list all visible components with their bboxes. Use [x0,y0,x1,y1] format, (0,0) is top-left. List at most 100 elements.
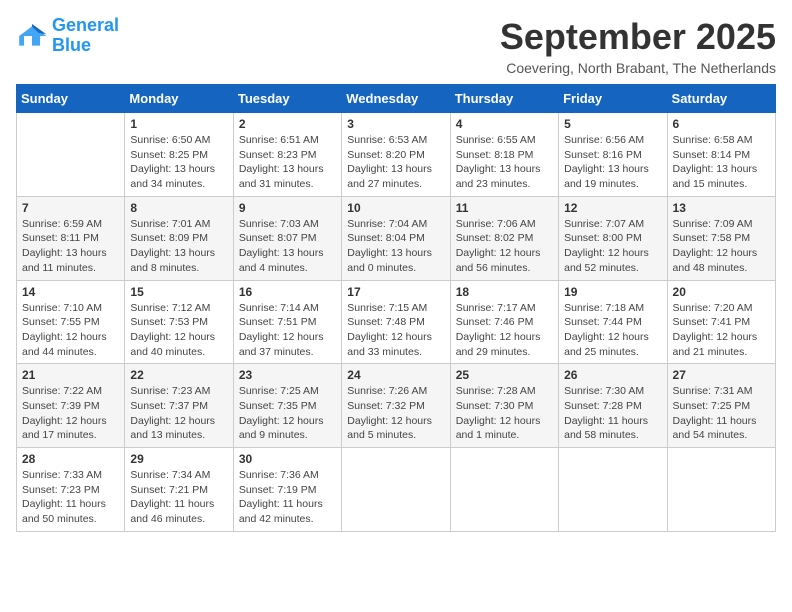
day-info: Sunrise: 6:59 AM Sunset: 8:11 PM Dayligh… [22,217,119,276]
title-block: September 2025 Coevering, North Brabant,… [500,16,776,76]
page-header: General Blue September 2025 Coevering, N… [16,16,776,76]
weekday-header: Friday [559,85,667,113]
day-number: 17 [347,285,444,299]
calendar-cell: 8 Sunrise: 7:01 AM Sunset: 8:09 PM Daylig… [125,196,233,280]
calendar-cell: 16 Sunrise: 7:14 AM Sunset: 7:51 PM Dayli… [233,280,341,364]
calendar-cell: 1 Sunrise: 6:50 AM Sunset: 8:25 PM Daylig… [125,113,233,197]
day-number: 27 [673,368,770,382]
day-number: 5 [564,117,661,131]
calendar-cell: 5 Sunrise: 6:56 AM Sunset: 8:16 PM Daylig… [559,113,667,197]
day-number: 28 [22,452,119,466]
calendar-cell: 23 Sunrise: 7:25 AM Sunset: 7:35 PM Dayli… [233,364,341,448]
day-number: 2 [239,117,336,131]
calendar-cell [17,113,125,197]
day-number: 19 [564,285,661,299]
weekday-header: Saturday [667,85,775,113]
day-info: Sunrise: 7:31 AM Sunset: 7:25 PM Dayligh… [673,384,770,443]
day-info: Sunrise: 7:33 AM Sunset: 7:23 PM Dayligh… [22,468,119,527]
calendar-cell: 13 Sunrise: 7:09 AM Sunset: 7:58 PM Dayli… [667,196,775,280]
day-info: Sunrise: 7:14 AM Sunset: 7:51 PM Dayligh… [239,301,336,360]
calendar-cell: 15 Sunrise: 7:12 AM Sunset: 7:53 PM Dayli… [125,280,233,364]
day-number: 10 [347,201,444,215]
calendar-table: SundayMondayTuesdayWednesdayThursdayFrid… [16,84,776,532]
calendar-cell: 21Sunrise: 7:22 AM Sunset: 7:39 PM Dayli… [17,364,125,448]
calendar-cell: 4 Sunrise: 6:55 AM Sunset: 8:18 PM Daylig… [450,113,558,197]
day-info: Sunrise: 6:58 AM Sunset: 8:14 PM Dayligh… [673,133,770,192]
calendar-cell: 17 Sunrise: 7:15 AM Sunset: 7:48 PM Dayli… [342,280,450,364]
day-number: 26 [564,368,661,382]
calendar-cell: 3 Sunrise: 6:53 AM Sunset: 8:20 PM Daylig… [342,113,450,197]
day-info: Sunrise: 7:36 AM Sunset: 7:19 PM Dayligh… [239,468,336,527]
day-number: 9 [239,201,336,215]
day-number: 4 [456,117,553,131]
day-number: 3 [347,117,444,131]
day-number: 13 [673,201,770,215]
calendar-cell: 19Sunrise: 7:18 AM Sunset: 7:44 PM Dayli… [559,280,667,364]
calendar-cell: 6 Sunrise: 6:58 AM Sunset: 8:14 PM Daylig… [667,113,775,197]
calendar-cell: 2Sunrise: 6:51 AM Sunset: 8:23 PM Daylig… [233,113,341,197]
day-number: 30 [239,452,336,466]
day-info: Sunrise: 7:34 AM Sunset: 7:21 PM Dayligh… [130,468,227,527]
day-number: 15 [130,285,227,299]
weekday-header: Tuesday [233,85,341,113]
calendar-week-row: 7 Sunrise: 6:59 AM Sunset: 8:11 PM Daylig… [17,196,776,280]
day-number: 16 [239,285,336,299]
day-number: 6 [673,117,770,131]
calendar-cell: 9 Sunrise: 7:03 AM Sunset: 8:07 PM Daylig… [233,196,341,280]
calendar-cell: 27 Sunrise: 7:31 AM Sunset: 7:25 PM Dayli… [667,364,775,448]
day-number: 11 [456,201,553,215]
day-info: Sunrise: 6:53 AM Sunset: 8:20 PM Dayligh… [347,133,444,192]
day-info: Sunrise: 7:25 AM Sunset: 7:35 PM Dayligh… [239,384,336,443]
day-number: 24 [347,368,444,382]
day-info: Sunrise: 7:03 AM Sunset: 8:07 PM Dayligh… [239,217,336,276]
calendar-cell: 10 Sunrise: 7:04 AM Sunset: 8:04 PM Dayli… [342,196,450,280]
calendar-cell: 25 Sunrise: 7:28 AM Sunset: 7:30 PM Dayli… [450,364,558,448]
logo-icon [16,20,48,52]
day-info: Sunrise: 7:17 AM Sunset: 7:46 PM Dayligh… [456,301,553,360]
calendar-cell: 12 Sunrise: 7:07 AM Sunset: 8:00 PM Dayli… [559,196,667,280]
day-number: 25 [456,368,553,382]
calendar-week-row: 21Sunrise: 7:22 AM Sunset: 7:39 PM Dayli… [17,364,776,448]
day-number: 22 [130,368,227,382]
day-number: 7 [22,201,119,215]
day-info: Sunrise: 7:20 AM Sunset: 7:41 PM Dayligh… [673,301,770,360]
calendar-cell [342,448,450,532]
calendar-cell: 11Sunrise: 7:06 AM Sunset: 8:02 PM Dayli… [450,196,558,280]
logo: General Blue [16,16,119,56]
day-info: Sunrise: 7:22 AM Sunset: 7:39 PM Dayligh… [22,384,119,443]
day-number: 23 [239,368,336,382]
day-info: Sunrise: 7:10 AM Sunset: 7:55 PM Dayligh… [22,301,119,360]
day-info: Sunrise: 7:09 AM Sunset: 7:58 PM Dayligh… [673,217,770,276]
calendar-cell [667,448,775,532]
day-number: 20 [673,285,770,299]
calendar-week-row: 1 Sunrise: 6:50 AM Sunset: 8:25 PM Daylig… [17,113,776,197]
calendar-cell: 30 Sunrise: 7:36 AM Sunset: 7:19 PM Dayli… [233,448,341,532]
calendar-cell: 29 Sunrise: 7:34 AM Sunset: 7:21 PM Dayli… [125,448,233,532]
day-info: Sunrise: 7:15 AM Sunset: 7:48 PM Dayligh… [347,301,444,360]
calendar-cell: 18 Sunrise: 7:17 AM Sunset: 7:46 PM Dayli… [450,280,558,364]
day-info: Sunrise: 6:55 AM Sunset: 8:18 PM Dayligh… [456,133,553,192]
day-number: 29 [130,452,227,466]
day-info: Sunrise: 7:12 AM Sunset: 7:53 PM Dayligh… [130,301,227,360]
calendar-cell [450,448,558,532]
day-info: Sunrise: 6:50 AM Sunset: 8:25 PM Dayligh… [130,133,227,192]
calendar-cell: 22Sunrise: 7:23 AM Sunset: 7:37 PM Dayli… [125,364,233,448]
day-info: Sunrise: 7:30 AM Sunset: 7:28 PM Dayligh… [564,384,661,443]
day-info: Sunrise: 7:01 AM Sunset: 8:09 PM Dayligh… [130,217,227,276]
calendar-cell: 14 Sunrise: 7:10 AM Sunset: 7:55 PM Dayli… [17,280,125,364]
day-info: Sunrise: 7:04 AM Sunset: 8:04 PM Dayligh… [347,217,444,276]
weekday-header: Thursday [450,85,558,113]
day-number: 14 [22,285,119,299]
day-number: 8 [130,201,227,215]
day-info: Sunrise: 7:26 AM Sunset: 7:32 PM Dayligh… [347,384,444,443]
logo-text: General Blue [52,16,119,56]
day-info: Sunrise: 7:28 AM Sunset: 7:30 PM Dayligh… [456,384,553,443]
day-info: Sunrise: 6:56 AM Sunset: 8:16 PM Dayligh… [564,133,661,192]
calendar-cell: 28 Sunrise: 7:33 AM Sunset: 7:23 PM Dayli… [17,448,125,532]
day-number: 12 [564,201,661,215]
day-info: Sunrise: 7:07 AM Sunset: 8:00 PM Dayligh… [564,217,661,276]
weekday-header: Wednesday [342,85,450,113]
day-number: 18 [456,285,553,299]
day-number: 1 [130,117,227,131]
calendar-cell: 24 Sunrise: 7:26 AM Sunset: 7:32 PM Dayli… [342,364,450,448]
